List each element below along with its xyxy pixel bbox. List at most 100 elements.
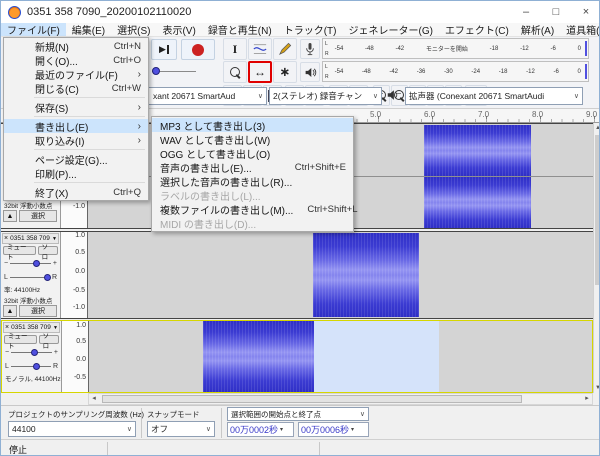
- play-meter-speaker-button[interactable]: [300, 62, 320, 82]
- file-menu-import[interactable]: 取り込み(I) ›: [4, 133, 148, 148]
- horizontal-scroll-thumb[interactable]: [102, 395, 522, 403]
- selection-range-mode-combo[interactable]: 選択範囲の開始点と終了点 ∨: [227, 407, 369, 421]
- track-2-mute-button[interactable]: ミュート: [3, 244, 36, 261]
- pan-thumb[interactable]: [44, 273, 52, 281]
- app-logo-icon: [8, 5, 21, 19]
- track-1-clip-right-channel[interactable]: [424, 177, 531, 228]
- track-3-vertical-ruler[interactable]: 1.0 0.5 0.0 -0.5: [62, 321, 89, 392]
- scroll-up-icon[interactable]: ▲: [594, 123, 599, 133]
- menu-tracks[interactable]: トラック(T): [278, 23, 343, 37]
- timeline-label: 7.0: [478, 110, 490, 119]
- recording-channels-combo[interactable]: 2(ステレオ) 録音チャン ∨: [269, 86, 382, 105]
- envelope-tool-button[interactable]: [248, 38, 272, 60]
- file-menu-new[interactable]: 新規(N) Ctrl+N: [4, 39, 148, 54]
- minimize-button[interactable]: –: [511, 1, 541, 23]
- track-3-control-panel[interactable]: × 0351 358 709 ▼ ミュート ソロ − + L R モノラル, 4…: [2, 321, 62, 392]
- menu-effect[interactable]: エフェクト(C): [439, 23, 515, 37]
- menu-view[interactable]: 表示(V): [156, 23, 201, 37]
- track-3-gain-slider[interactable]: − +: [5, 346, 58, 358]
- zoom-tool-button[interactable]: [223, 61, 247, 83]
- record-button[interactable]: [181, 39, 215, 60]
- close-button[interactable]: ×: [571, 1, 599, 23]
- track-3-mute-button[interactable]: ミュート: [4, 333, 37, 350]
- gain-thumb[interactable]: [32, 259, 40, 267]
- track-3-waveform-area[interactable]: [89, 321, 592, 392]
- rec-meter-edge: [585, 40, 587, 57]
- playback-meter[interactable]: LR -54 -48 -42 -36 -30 -24 -18 -12 -6 0: [322, 61, 589, 82]
- multi-tool-button[interactable]: ∗: [273, 61, 297, 83]
- maximize-button[interactable]: □: [541, 1, 571, 23]
- file-menu-export[interactable]: 書き出し(E) ›: [4, 119, 148, 134]
- file-menu-exit[interactable]: 終了(X) Ctrl+Q: [4, 185, 148, 200]
- menu-select[interactable]: 選択(S): [111, 23, 156, 37]
- file-menu-print[interactable]: 印刷(P)...: [4, 166, 148, 181]
- vertical-scrollbar[interactable]: ▲ ▼: [593, 123, 599, 393]
- menu-generate[interactable]: ジェネレーター(G): [342, 23, 438, 37]
- export-selected-audio[interactable]: 選択した音声の書き出し(R)...: [152, 174, 353, 189]
- export-wav[interactable]: WAV として書き出し(W): [152, 132, 353, 147]
- play-speed-thumb[interactable]: [152, 67, 160, 75]
- pencil-icon: [278, 42, 292, 56]
- menu-tools[interactable]: 道具箱(O): [560, 23, 599, 37]
- file-menu-page-setup[interactable]: ページ設定(G)...: [4, 152, 148, 167]
- menu-analyze[interactable]: 解析(A): [515, 23, 560, 37]
- selection-toolbar: プロジェクトのサンプリング周波数 (Hz) 44100 ∨ スナップモード オフ…: [1, 405, 599, 439]
- pan-thumb[interactable]: [32, 362, 40, 370]
- pan-left-label: L: [5, 362, 9, 370]
- scroll-left-icon[interactable]: ◂: [89, 394, 99, 404]
- export-mp3[interactable]: MP3 として書き出し(3): [152, 118, 353, 133]
- track-2-waveform-area[interactable]: [88, 232, 593, 318]
- scroll-down-icon[interactable]: ▼: [594, 383, 599, 393]
- vertical-scroll-thumb[interactable]: [595, 135, 599, 285]
- dropdown-icon[interactable]: ▾: [351, 426, 354, 433]
- record-meter-mic-button[interactable]: [300, 39, 320, 59]
- track-3-solo-button[interactable]: ソロ: [38, 333, 59, 350]
- combo-caret-icon: ∨: [205, 426, 211, 433]
- track-2-solo-button[interactable]: ソロ: [37, 244, 58, 261]
- selection-start-field[interactable]: 00万0002秒 ▾: [227, 422, 294, 437]
- export-ogg[interactable]: OGG として書き出し(O): [152, 146, 353, 161]
- track-1-clip-left-channel[interactable]: [424, 125, 531, 176]
- file-menu-close[interactable]: 閉じる(C) Ctrl+W: [4, 81, 148, 96]
- dropdown-icon[interactable]: ▾: [280, 426, 283, 433]
- play-meter-edge: [585, 63, 587, 80]
- menu-transport[interactable]: 録音と再生(N): [202, 23, 278, 37]
- timeshift-tool-button[interactable]: ↔: [248, 61, 272, 83]
- export-multiple[interactable]: 複数ファイルの書き出し(M)... Ctrl+Shift+L: [152, 202, 358, 217]
- selection-tool-button[interactable]: I: [223, 38, 247, 60]
- skip-to-end-button[interactable]: ▶: [151, 39, 177, 60]
- menu-file[interactable]: ファイル(F): [1, 23, 66, 37]
- track-2-select-button[interactable]: 選択: [19, 305, 57, 317]
- ruler-label: -0.5: [73, 374, 86, 381]
- playback-device-combo[interactable]: 拡声器 (Conexant 20671 SmartAudi ∨: [405, 86, 583, 105]
- horizontal-scrollbar[interactable]: ◂ ▸: [88, 393, 593, 405]
- snap-mode-value: オフ: [151, 424, 169, 434]
- track-1-collapse-button[interactable]: ▲: [3, 210, 17, 222]
- file-menu-recent[interactable]: 最近のファイル(F) ›: [4, 67, 148, 82]
- menu-edit[interactable]: 編集(E): [66, 23, 111, 37]
- selection-end-field[interactable]: 00万0006秒 ▾: [298, 422, 369, 437]
- track-2-collapse-button[interactable]: ▲: [3, 305, 17, 317]
- track-2-vertical-ruler[interactable]: 1.0 0.5 0.0 -0.5 -1.0: [61, 232, 88, 318]
- track-2-control-panel[interactable]: × 0351 358 709 ▼ ミュート ソロ − + L R 率: 4410…: [1, 232, 61, 318]
- track-2-gain-slider[interactable]: − +: [4, 257, 57, 269]
- project-rate-combo[interactable]: 44100 ∨: [8, 421, 136, 437]
- file-menu-open[interactable]: 開く(O)... Ctrl+O: [4, 53, 148, 68]
- ruler-label: 1.0: [75, 232, 85, 239]
- play-speed-slider[interactable]: [150, 66, 198, 76]
- track-2-pan-slider[interactable]: L R: [4, 271, 57, 283]
- selection-region[interactable]: [314, 321, 439, 392]
- track-1-select-button[interactable]: 選択: [19, 210, 57, 222]
- recording-meter[interactable]: LR -54 -48 -42 モニターを開始 -18 -12 -6 0: [322, 38, 589, 59]
- gain-thumb[interactable]: [30, 348, 38, 356]
- combo-caret-icon: ∨: [372, 92, 378, 100]
- export-audio[interactable]: 音声の書き出し(E)... Ctrl+Shift+E: [152, 160, 353, 175]
- draw-tool-button[interactable]: [273, 38, 297, 60]
- snap-mode-combo[interactable]: オフ ∨: [147, 421, 215, 437]
- track-3-clip[interactable]: [203, 321, 314, 392]
- scroll-right-icon[interactable]: ▸: [582, 394, 592, 404]
- rec-meter-right-label: R: [325, 50, 329, 57]
- track-3-pan-slider[interactable]: L R: [5, 360, 58, 372]
- track-2-clip[interactable]: [313, 233, 419, 317]
- file-menu-save[interactable]: 保存(S) ›: [4, 100, 148, 115]
